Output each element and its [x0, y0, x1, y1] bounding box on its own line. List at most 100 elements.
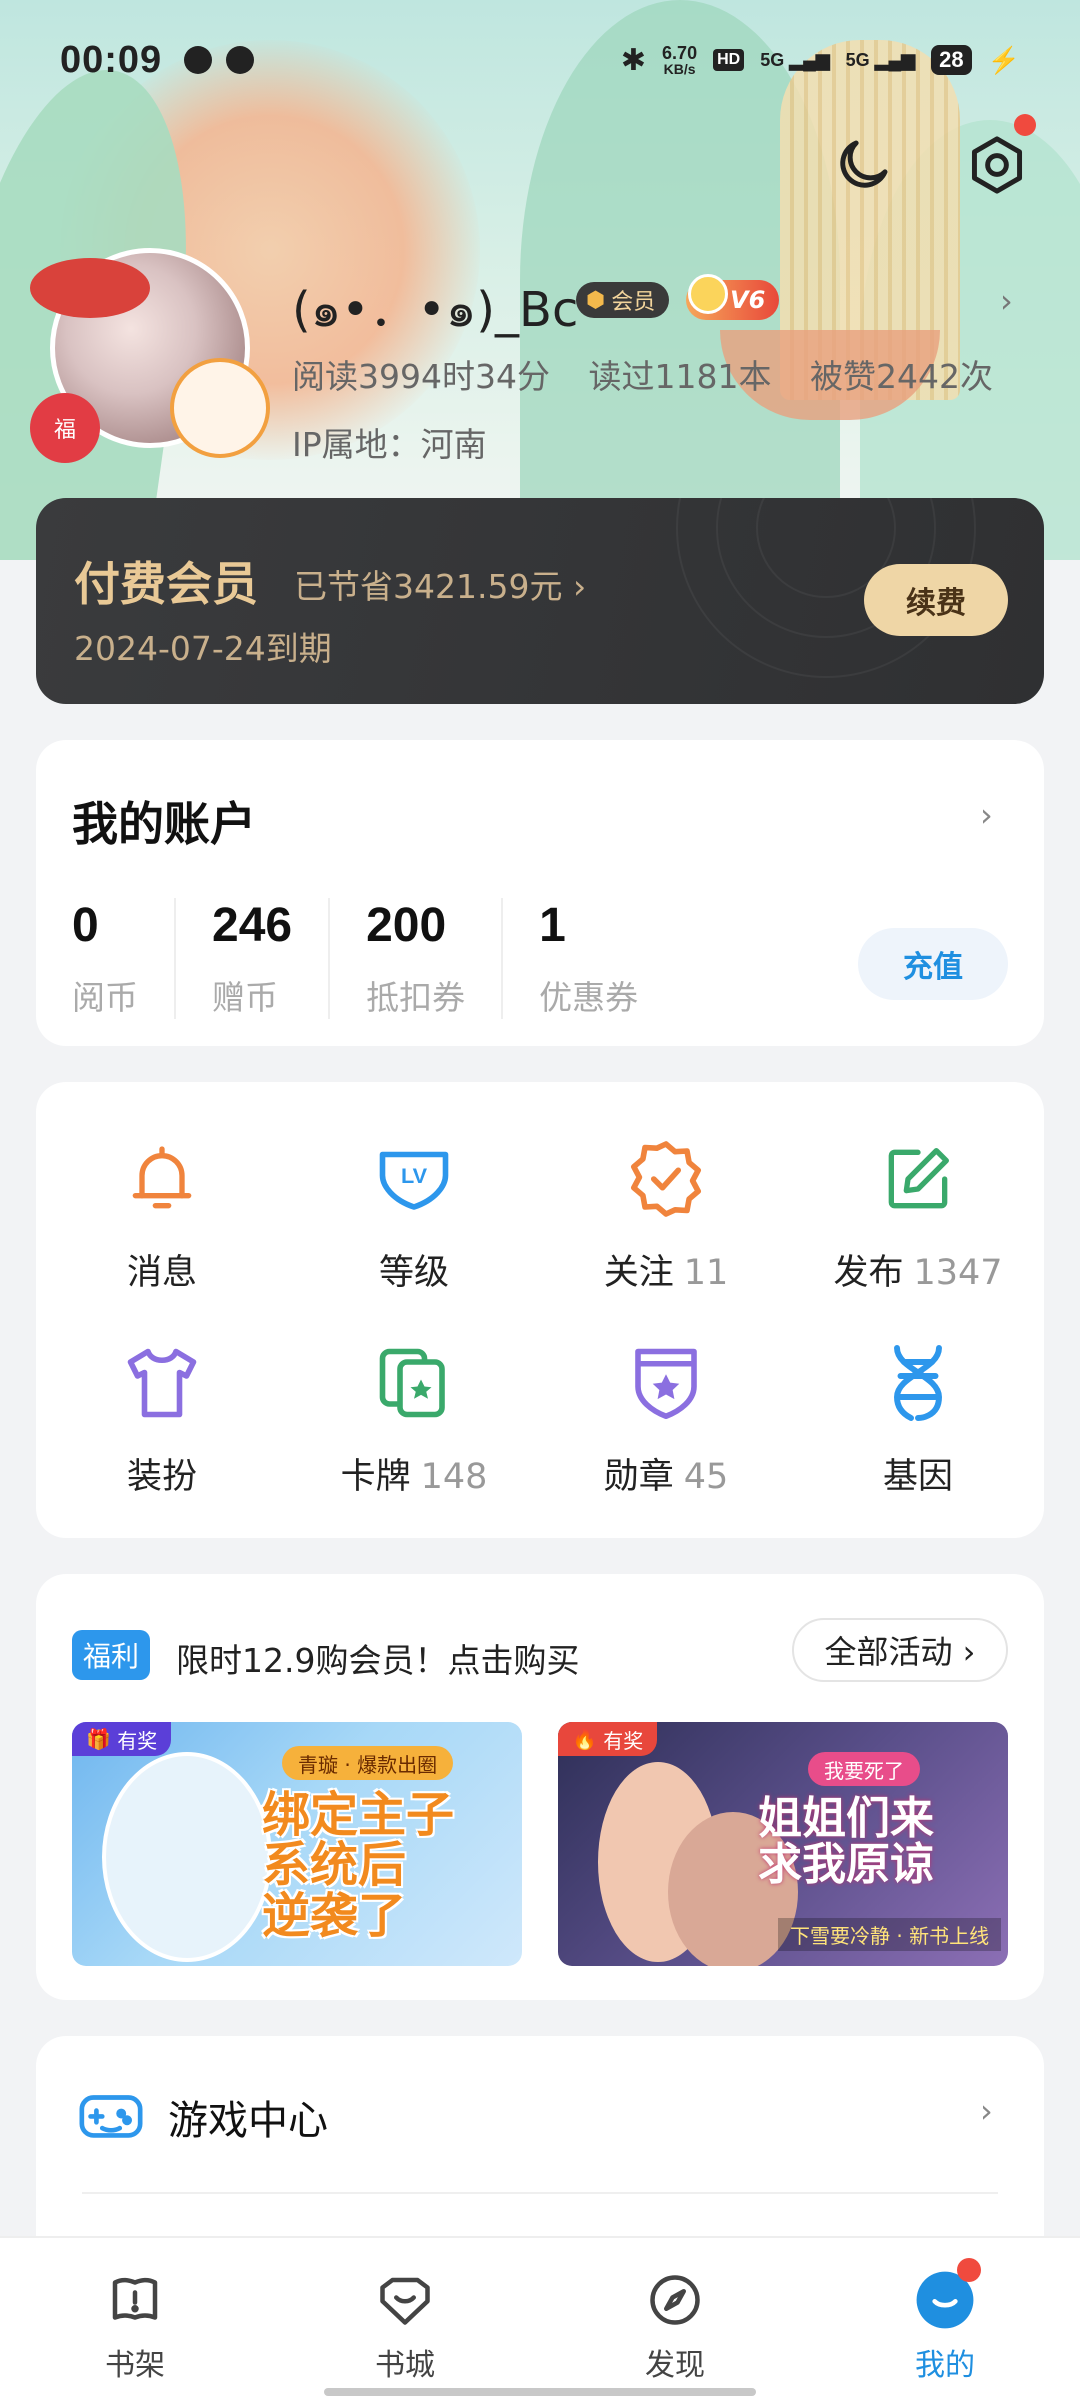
grid-item-text: 勋章 [603, 1457, 674, 1497]
balance-label: 抵扣券 [366, 978, 466, 1017]
night-mode-button[interactable] [818, 120, 908, 210]
balance-label: 阅币 [72, 978, 138, 1017]
home-indicator[interactable] [324, 2388, 756, 2396]
signal-2-label: 5G [845, 49, 870, 70]
banner-subtitle: 我要死了 [808, 1752, 920, 1786]
grid-item-cards[interactable]: 卡牌 148 [288, 1338, 540, 1499]
books-read: 读过1181本 [588, 357, 772, 396]
avatar-frame-fortune-bag: 福 [30, 393, 100, 463]
membership-card[interactable]: 付费会员 已节省3421.59元 › 2024-07-24到期 续费 [36, 498, 1044, 704]
grid-item-label: 发布 1347 [833, 1244, 1002, 1295]
recharge-button[interactable]: 充值 [858, 928, 1008, 1000]
tab-notification-dot [957, 2258, 981, 2282]
grid-item-count: 11 [683, 1253, 729, 1293]
level-badge[interactable]: V6 [686, 274, 780, 320]
renew-button[interactable]: 续费 [864, 564, 1008, 636]
grid-item-dressup[interactable]: 装扮 [36, 1338, 288, 1499]
edit-icon [888, 1148, 949, 1209]
avatar[interactable]: 福 [30, 248, 270, 468]
grid-item-label: 关注 11 [604, 1244, 729, 1295]
charging-icon: ⚡ [987, 44, 1020, 75]
bell-icon [132, 1146, 192, 1209]
game-center-card[interactable]: 游戏中心 › [36, 2036, 1044, 2256]
bookshelf-icon [112, 2277, 158, 2320]
balance-value: 246 [212, 899, 293, 952]
banner-headline: 绑定主子 系统后 逆袭了 [262, 1787, 455, 1944]
banner-headline-line: 求我原谅 [758, 1839, 934, 1891]
reading-stats: 阅读3994时34分 读过1181本 被赞2442次 [292, 350, 993, 398]
profile-chevron-icon[interactable]: › [1000, 282, 1013, 320]
network-speed-unit: KB/s [663, 61, 696, 77]
settings-icon [971, 136, 1023, 194]
globe-icon [184, 46, 213, 74]
grid-item-follow[interactable]: 关注 11 [540, 1134, 792, 1295]
signal-2: 5G ▂▄▆ [845, 49, 916, 70]
gift-icon: 🎁 [86, 1727, 118, 1751]
grid-item-level[interactable]: LV 等级 [288, 1134, 540, 1295]
grid-item-genes[interactable]: 基因 [792, 1338, 1044, 1499]
level-badge-icon: LV [379, 1151, 449, 1210]
account-card[interactable]: 我的账户 › 0 阅币 246 赠币 200 抵扣券 1 优惠券 充值 [36, 740, 1044, 1046]
level-mascot-icon [688, 274, 728, 314]
prize-tag: 🎁 有奖 [72, 1722, 172, 1756]
membership-saved[interactable]: 已节省3421.59元 › [294, 560, 586, 608]
settings-button[interactable] [952, 114, 1042, 210]
follow-badge-icon [631, 1141, 701, 1217]
level-badge-label: V6 [730, 286, 766, 314]
banner-headline-line: 系统后 [262, 1837, 407, 1894]
prize-tag-label: 有奖 [603, 1728, 644, 1753]
reading-time: 阅读3994时34分 [292, 357, 550, 396]
membership-expiry: 2024-07-24到期 [74, 629, 332, 668]
grid-item-messages[interactable]: 消息 [36, 1134, 288, 1295]
grid-item-count: 1347 [913, 1253, 1003, 1293]
grid-item-label: 消息 [127, 1244, 197, 1295]
bottom-tab-bar: 书架 书城 发现 我的 [0, 2236, 1080, 2400]
tab-label: 书城 [375, 2348, 435, 2383]
balance-coupons[interactable]: 1 优惠券 [501, 898, 674, 1019]
network-speed-value: 6.70 [662, 43, 698, 63]
promo-banner[interactable]: 🎁 有奖 青璇 · 爆款出圈 绑定主子 系统后 逆袭了 [72, 1722, 522, 1966]
promo-text[interactable]: 限时12.9购会员！点击购买 [176, 1634, 579, 1682]
grid-item-label: 勋章 45 [604, 1448, 729, 1499]
grid-item-label: 基因 [883, 1448, 953, 1499]
tab-label: 发现 [645, 2348, 705, 2383]
likes-count: 被赞2442次 [809, 357, 993, 396]
banner-headline-line: 逆袭了 [262, 1887, 407, 1944]
grid-item-label: 装扮 [127, 1448, 197, 1499]
signal-1: 5G ▂▄▆ [760, 49, 830, 70]
prize-tag-label: 有奖 [117, 1728, 158, 1753]
vip-badge[interactable]: ⬢ 会员 [576, 282, 670, 318]
svg-text:LV: LV [401, 1163, 428, 1188]
tab-mine[interactable]: 我的 [810, 2238, 1080, 2400]
all-activities-button[interactable]: 全部活动 › [792, 1618, 1008, 1682]
chevron-right-icon: › [980, 2092, 993, 2130]
balance-vouchers[interactable]: 200 抵扣券 [328, 898, 501, 1019]
compass-icon [650, 2275, 700, 2325]
tab-bookshelf[interactable]: 书架 [0, 2238, 270, 2400]
promo-banner[interactable]: 🔥 有奖 我要死了 姐姐们来 求我原谅 下雪要冷静 · 新书上线 [558, 1722, 1008, 1966]
tab-label: 书架 [105, 2348, 165, 2383]
chevron-right-icon[interactable]: › [980, 796, 993, 834]
grid-item-text: 卡牌 [340, 1457, 411, 1497]
grid-item-publish[interactable]: 发布 1347 [792, 1134, 1044, 1295]
balance-label: 赠币 [212, 978, 278, 1017]
vip-gem-icon: ⬢ [586, 287, 606, 313]
grid-item-medals[interactable]: 勋章 45 [540, 1338, 792, 1499]
balance-gift-coins[interactable]: 246 赠币 [174, 898, 328, 1019]
grid-item-text: 基因 [882, 1457, 953, 1497]
balance-value: 200 [366, 899, 447, 952]
banner-footnote: 下雪要冷静 · 新书上线 [778, 1918, 1002, 1951]
balance-read-coins[interactable]: 0 阅币 [72, 898, 174, 1019]
promo-card: 福利 限时12.9购会员！点击购买 全部活动 › 🎁 有奖 青璇 · 爆款出圈 … [36, 1574, 1044, 2000]
fire-icon: 🔥 [572, 1727, 604, 1751]
tab-bookstore[interactable]: 书城 [270, 2238, 540, 2400]
status-time: 00:09 [60, 38, 163, 81]
avatar-frame-cat [170, 358, 270, 458]
cards-icon [379, 1348, 445, 1418]
grid-item-label: 卡牌 148 [341, 1448, 488, 1499]
banner-headline-line: 绑定主子 [262, 1787, 455, 1843]
shirt-icon [127, 1348, 197, 1418]
username[interactable]: (๑•．•๑)_Bc [292, 270, 578, 348]
grid-item-label: 等级 [379, 1244, 449, 1295]
tab-discover[interactable]: 发现 [540, 2238, 810, 2400]
